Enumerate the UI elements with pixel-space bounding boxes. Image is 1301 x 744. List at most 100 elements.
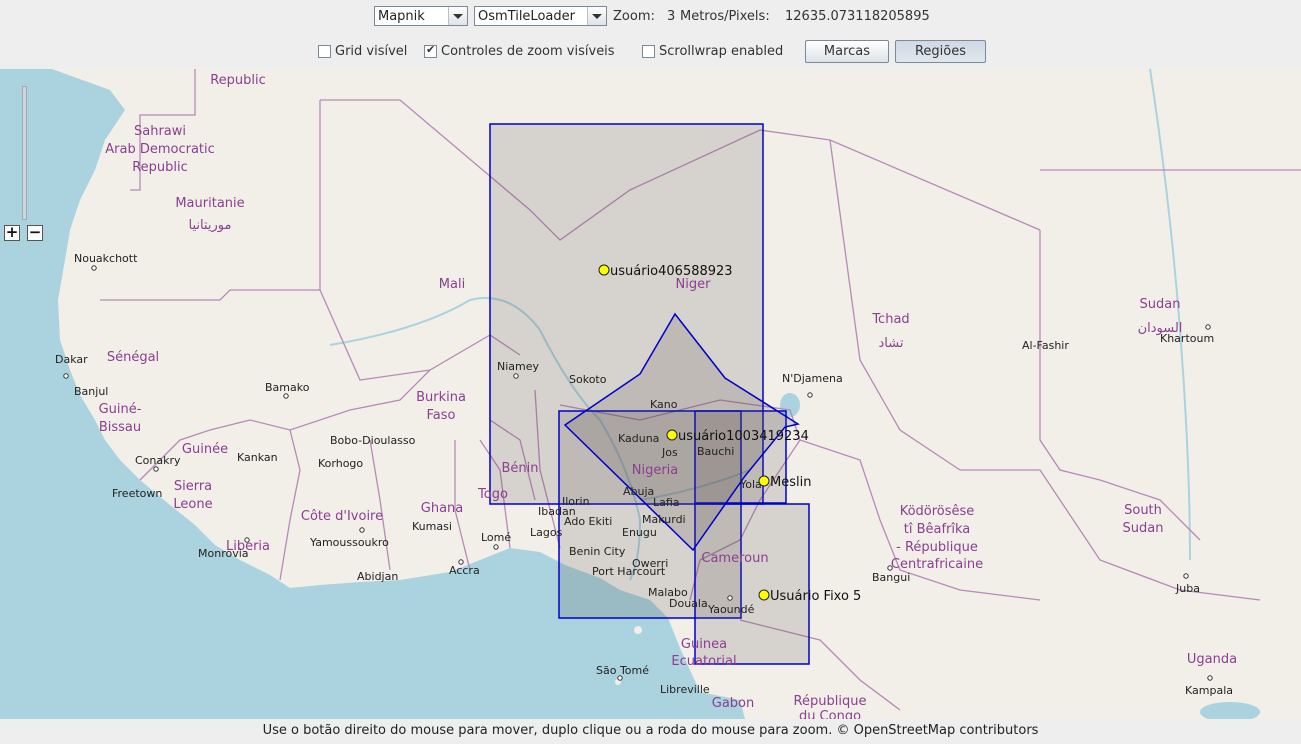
city-label: Bamako bbox=[265, 381, 310, 394]
zoom-out-button[interactable]: − bbox=[27, 225, 43, 241]
city-label: Monrovia bbox=[198, 547, 249, 560]
city-label: Conakry bbox=[135, 454, 181, 467]
country-label: South bbox=[1124, 503, 1162, 518]
city-dot bbox=[727, 595, 733, 601]
city-label: São Tomé bbox=[596, 664, 649, 677]
city-label: Ilorin bbox=[562, 495, 590, 508]
marker-label: usuário1003419234 bbox=[678, 429, 809, 444]
city-label: Yamoussoukro bbox=[309, 536, 389, 549]
grid-checkbox[interactable] bbox=[318, 45, 331, 58]
country-label: Sudan bbox=[1123, 521, 1164, 536]
country-label: Guinée bbox=[182, 442, 228, 457]
country-label: Uganda bbox=[1187, 652, 1237, 667]
toolbar: Mapnik OsmTileLoader Zoom: 3 Metros/Pixe… bbox=[0, 0, 1301, 69]
city-label: Kampala bbox=[1185, 684, 1233, 697]
zoom-label: Zoom: bbox=[613, 9, 655, 24]
country-label: Centrafricaine bbox=[891, 557, 983, 572]
city-label: Douala bbox=[669, 597, 708, 610]
marker-dot[interactable] bbox=[758, 475, 770, 487]
country-label: Arab Democratic bbox=[105, 142, 215, 157]
city-dot bbox=[513, 373, 519, 379]
city-label: Libreville bbox=[660, 683, 710, 696]
status-text: Use o botão direito do mouse para mover,… bbox=[262, 723, 1039, 738]
chevron-down-icon[interactable] bbox=[587, 7, 606, 25]
city-label: Jos bbox=[661, 446, 678, 459]
country-label: Niger bbox=[676, 277, 712, 292]
scrollwrap-checkbox[interactable] bbox=[642, 45, 655, 58]
country-label: Tchad bbox=[871, 312, 909, 327]
country-label: Burkina bbox=[416, 390, 466, 405]
map-view[interactable]: Republic Sahrawi Arab Democratic Republi… bbox=[0, 69, 1301, 719]
city-label: Abidjan bbox=[357, 570, 398, 583]
city-label: Yaoundé bbox=[707, 603, 755, 616]
city-label: Banjul bbox=[74, 385, 108, 398]
city-label: Nouakchott bbox=[74, 252, 138, 265]
city-label: Kankan bbox=[237, 451, 278, 464]
city-label: Ado Ekiti bbox=[564, 515, 612, 528]
country-label: Republic bbox=[210, 73, 266, 88]
country-label: tî Bêafrîka bbox=[904, 522, 971, 537]
zoom-slider-track[interactable] bbox=[22, 86, 27, 220]
zoom-controls-checkbox[interactable] bbox=[424, 43, 437, 58]
country-label: Guiné- bbox=[99, 402, 142, 417]
tile-source-value: Mapnik bbox=[378, 9, 425, 24]
city-label: Kaduna bbox=[618, 432, 659, 445]
marker-dot[interactable] bbox=[598, 264, 610, 276]
city-label: Sokoto bbox=[569, 373, 607, 386]
zoom-in-button[interactable]: + bbox=[4, 225, 20, 241]
city-dot bbox=[283, 393, 289, 399]
marks-button[interactable]: Marcas bbox=[805, 40, 889, 63]
city-label: Bauchi bbox=[697, 445, 734, 458]
city-dot bbox=[244, 537, 250, 543]
city-dot bbox=[359, 527, 365, 533]
marker-dot[interactable] bbox=[666, 429, 678, 441]
marker-dot[interactable] bbox=[758, 589, 770, 601]
country-label: Ghana bbox=[421, 501, 464, 516]
city-label: Kano bbox=[650, 398, 678, 411]
zoom-controls-label: Controles de zoom visíveis bbox=[441, 44, 615, 59]
country-label: Faso bbox=[427, 408, 456, 423]
city-dot bbox=[458, 559, 464, 565]
country-label: Ecuatorial bbox=[671, 654, 736, 669]
regions-button[interactable]: Regiões bbox=[895, 40, 986, 63]
city-dot bbox=[1205, 324, 1211, 330]
map-canvas[interactable]: Republic Sahrawi Arab Democratic Republi… bbox=[0, 69, 1301, 719]
country-label: تشاد bbox=[879, 336, 904, 351]
tile-loader-combo[interactable]: OsmTileLoader bbox=[474, 6, 607, 26]
city-label: Korhogo bbox=[318, 457, 363, 470]
marker-label: Usuário Fixo 5 bbox=[770, 589, 861, 604]
city-dot bbox=[63, 373, 69, 379]
city-dot bbox=[153, 466, 159, 472]
city-label: Port Harcourt bbox=[592, 565, 666, 578]
city-label: Khartoum bbox=[1160, 332, 1214, 345]
city-label: Niamey bbox=[497, 360, 540, 373]
tile-source-combo[interactable]: Mapnik bbox=[374, 6, 468, 26]
city-label: Yola bbox=[739, 478, 762, 491]
country-label: Sahrawi bbox=[134, 124, 186, 139]
marker-label: Meslin bbox=[770, 475, 811, 490]
city-label: Al-Fashir bbox=[1022, 339, 1069, 352]
city-label: Abuja bbox=[623, 485, 654, 498]
city-label: Freetown bbox=[112, 487, 162, 500]
country-label: Mali bbox=[439, 277, 465, 292]
status-bar: Use o botão direito do mouse para mover,… bbox=[0, 719, 1301, 744]
city-label: Lomé bbox=[481, 531, 511, 544]
city-label: Juba bbox=[1175, 582, 1200, 595]
city-dot bbox=[1183, 573, 1189, 579]
zoom-value: 3 bbox=[667, 9, 676, 24]
grid-label: Grid visível bbox=[335, 44, 408, 59]
country-label: Guinea bbox=[681, 637, 727, 652]
country-label: Mauritanie bbox=[175, 196, 244, 211]
country-label: Gabon bbox=[712, 696, 755, 711]
country-label: Côte d'Ivoire bbox=[301, 509, 383, 524]
city-label: Kumasi bbox=[412, 520, 452, 533]
city-label: Lafia bbox=[653, 496, 680, 509]
city-label: Benin City bbox=[569, 545, 626, 558]
country-label: Ködörösêse bbox=[900, 504, 975, 519]
zoom-control[interactable]: + − bbox=[0, 69, 60, 320]
country-label: - République bbox=[896, 540, 978, 555]
chevron-down-icon[interactable] bbox=[448, 7, 467, 25]
meters-label: Metros/Pixels: bbox=[680, 9, 770, 24]
country-label: Cameroun bbox=[701, 551, 768, 566]
city-label: N'Djamena bbox=[782, 372, 843, 385]
